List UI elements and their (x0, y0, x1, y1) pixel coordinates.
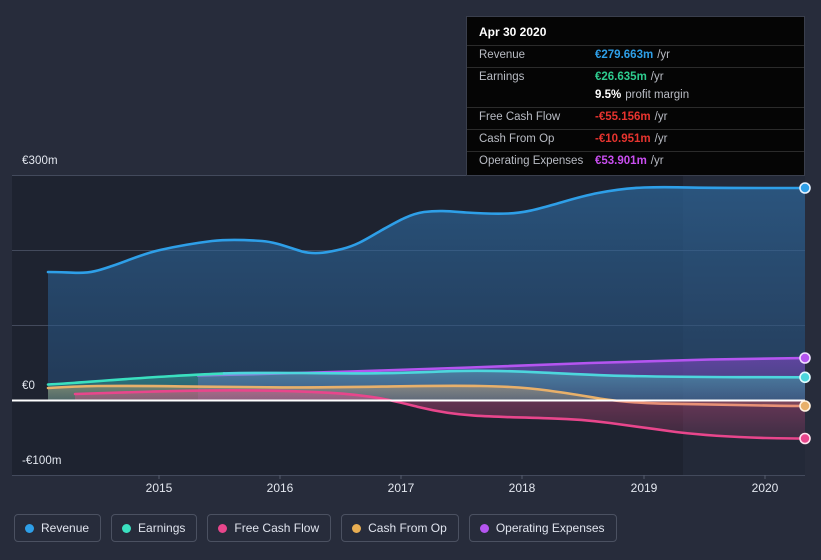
financial-chart: €300m €0 -€100m 2015 2016 2017 2018 2019… (0, 0, 821, 560)
tooltip-row-free-cash-flow: Free Cash Flow -€55.156m /yr (467, 107, 804, 129)
legend-item-free-cash-flow[interactable]: Free Cash Flow (207, 514, 331, 542)
x-axis-tick-2016: 2016 (267, 481, 294, 495)
tooltip-value-revenue: €279.663m (595, 49, 653, 61)
legend-item-revenue[interactable]: Revenue (14, 514, 101, 542)
x-axis-tick-2015: 2015 (146, 481, 173, 495)
tooltip-unit-earnings: /yr (651, 71, 664, 83)
y-axis-label-bottom: -€100m (22, 455, 62, 467)
legend-item-earnings[interactable]: Earnings (111, 514, 197, 542)
tooltip-value-earnings: €26.635m (595, 71, 647, 83)
tooltip-value-cash-from-op: -€10.951m (595, 133, 651, 145)
tooltip-unit-operating-expenses: /yr (651, 155, 664, 167)
legend-item-operating-expenses[interactable]: Operating Expenses (469, 514, 617, 542)
x-axis-tick-2017: 2017 (388, 481, 415, 495)
tooltip-value-free-cash-flow: -€55.156m (595, 111, 651, 123)
legend-label-earnings: Earnings (138, 521, 185, 535)
tooltip-unit-profit-margin: profit margin (625, 89, 689, 101)
legend-dot-revenue-icon (25, 524, 34, 533)
tooltip-label-earnings: Earnings (479, 71, 595, 83)
x-axis-tick-2018: 2018 (509, 481, 536, 495)
legend-label-cash-from-op: Cash From Op (368, 521, 447, 535)
tooltip-date: Apr 30 2020 (467, 23, 804, 45)
tooltip-row-profit-margin: 9.5% profit margin (467, 89, 804, 107)
tooltip-row-revenue: Revenue €279.663m /yr (467, 45, 804, 67)
tooltip-row-operating-expenses: Operating Expenses €53.901m /yr (467, 151, 804, 173)
legend-label-free-cash-flow: Free Cash Flow (234, 521, 319, 535)
y-axis-label-zero: €0 (22, 380, 35, 392)
legend-dot-operating-expenses-icon (480, 524, 489, 533)
legend-label-revenue: Revenue (41, 521, 89, 535)
legend-dot-earnings-icon (122, 524, 131, 533)
tooltip-value-profit-margin: 9.5% (595, 89, 621, 101)
tooltip-row-earnings: Earnings €26.635m /yr (467, 67, 804, 89)
x-axis-tick-2020: 2020 (752, 481, 779, 495)
legend-label-operating-expenses: Operating Expenses (496, 521, 605, 535)
tooltip-label-free-cash-flow: Free Cash Flow (479, 111, 595, 123)
tooltip-unit-cash-from-op: /yr (655, 133, 668, 145)
tooltip-unit-free-cash-flow: /yr (655, 111, 668, 123)
legend-item-cash-from-op[interactable]: Cash From Op (341, 514, 459, 542)
tooltip-value-operating-expenses: €53.901m (595, 155, 647, 167)
tooltip-label-operating-expenses: Operating Expenses (479, 155, 595, 167)
legend-dot-cash-from-op-icon (352, 524, 361, 533)
legend-dot-free-cash-flow-icon (218, 524, 227, 533)
tooltip-row-cash-from-op: Cash From Op -€10.951m /yr (467, 129, 804, 151)
tooltip-label-revenue: Revenue (479, 49, 595, 61)
y-axis-label-top: €300m (22, 155, 58, 167)
tooltip-label-cash-from-op: Cash From Op (479, 133, 595, 145)
tooltip-unit-revenue: /yr (657, 49, 670, 61)
chart-legend: Revenue Earnings Free Cash Flow Cash Fro… (14, 514, 617, 542)
data-tooltip: Apr 30 2020 Revenue €279.663m /yr Earnin… (466, 16, 805, 176)
x-axis-tick-2019: 2019 (631, 481, 658, 495)
